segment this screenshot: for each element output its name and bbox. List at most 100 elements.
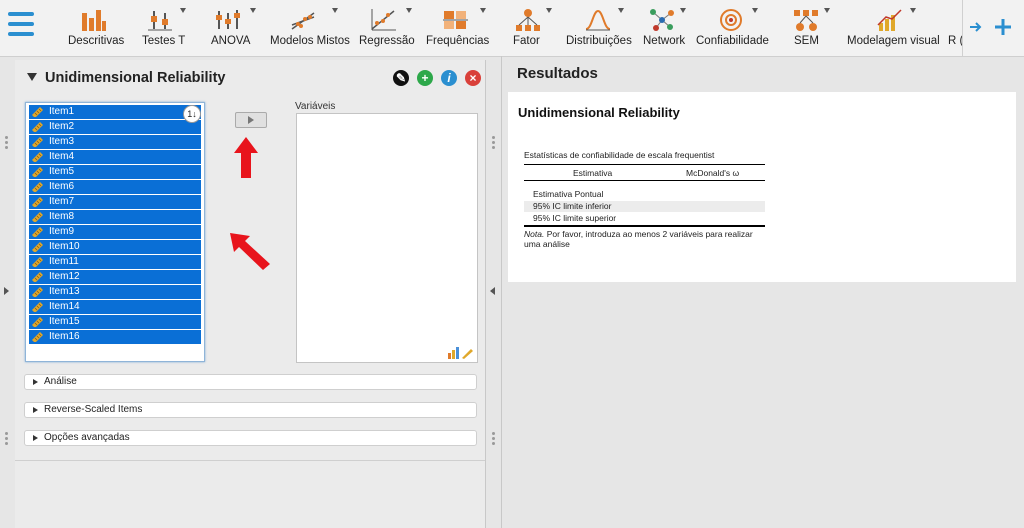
tool-frequencias[interactable]: Frequências xyxy=(424,4,490,54)
tool-label: Regressão xyxy=(359,35,415,47)
variable-item[interactable]: Item1 xyxy=(29,105,201,119)
variable-name: Item6 xyxy=(49,181,75,192)
variable-name: Item1 xyxy=(49,106,75,117)
tool-label: ANOVA xyxy=(211,35,251,47)
tool-r[interactable]: R ( xyxy=(946,4,962,54)
variable-item[interactable]: Item7 xyxy=(29,195,201,209)
add-icon[interactable]: + xyxy=(417,70,433,86)
annotation-arrow-up xyxy=(234,137,258,178)
add-module-icon[interactable] xyxy=(993,17,1013,37)
annotation-arrow-diagonal xyxy=(230,233,270,270)
expand-left-icon[interactable] xyxy=(4,287,9,295)
table-rule xyxy=(524,180,765,181)
column-header: Estimativa xyxy=(573,168,613,178)
variable-name: Item13 xyxy=(49,286,80,297)
tool-modelagem-visual[interactable]: Modelagem visual xyxy=(844,4,940,54)
tool-fator[interactable]: Fator xyxy=(508,4,552,54)
scale-ruler-icon xyxy=(32,197,43,207)
collapse-icon[interactable] xyxy=(27,73,37,81)
drag-handle-icon[interactable] xyxy=(5,432,9,447)
variable-name: Item12 xyxy=(49,271,80,282)
variable-item[interactable]: Item14 xyxy=(29,300,201,314)
scale-ruler-icon xyxy=(32,137,43,147)
drag-handle-icon[interactable] xyxy=(5,136,9,151)
tool-label: Fator xyxy=(513,35,540,47)
table-note: Nota. Por favor, introduza ao menos 2 va… xyxy=(524,229,754,249)
tool-label: Modelagem visual xyxy=(847,35,940,47)
tool-label: Frequências xyxy=(426,35,490,47)
splitter[interactable] xyxy=(501,56,502,528)
variable-item[interactable]: Item2 xyxy=(29,120,201,134)
drag-handle-icon[interactable] xyxy=(492,136,496,151)
results-title: Unidimensional Reliability xyxy=(518,105,680,120)
tool-descritivas[interactable]: Descritivas xyxy=(66,4,124,54)
variable-item[interactable]: Item6 xyxy=(29,180,201,194)
tool-distribuicoes[interactable]: Distribuições xyxy=(564,4,632,54)
tool-label: R ( xyxy=(948,35,962,47)
variable-item[interactable]: Item3 xyxy=(29,135,201,149)
section-label: Análise xyxy=(44,376,77,387)
ribbon-toolbar: Descritivas Testes T ANOVA Modelos Misto… xyxy=(0,0,1024,57)
note-label: Nota. xyxy=(524,229,545,239)
bar-chart-icon xyxy=(82,10,106,31)
variable-item[interactable]: Item8 xyxy=(29,210,201,224)
variable-item[interactable]: Item12 xyxy=(29,270,201,284)
scale-ruler-icon xyxy=(32,107,43,117)
edit-icon[interactable]: ✎ xyxy=(393,70,409,86)
arrow-right-icon[interactable] xyxy=(969,20,983,34)
network-icon xyxy=(650,9,674,31)
assign-button[interactable] xyxy=(235,112,267,128)
tool-confiabilidade[interactable]: Confiabilidade xyxy=(694,4,769,54)
mixed-models-icon xyxy=(291,12,315,30)
tool-label: Modelos Mistos xyxy=(270,35,350,47)
section-analise[interactable]: Análise xyxy=(24,374,477,390)
variable-item[interactable]: Item5 xyxy=(29,165,201,179)
scale-ruler-icon xyxy=(32,242,43,252)
collapse-right-icon[interactable] xyxy=(490,287,495,295)
tool-label: Distribuições xyxy=(566,35,632,47)
table-row-label: 95% IC limite inferior xyxy=(533,201,612,211)
variable-item[interactable]: Item9 xyxy=(29,225,201,239)
section-label: Opções avançadas xyxy=(44,432,130,443)
variable-item[interactable]: Item13 xyxy=(29,285,201,299)
tool-anova[interactable]: ANOVA xyxy=(206,4,256,54)
column-header: McDonald's ω xyxy=(686,168,740,178)
section-reverse-scaled[interactable]: Reverse-Scaled Items xyxy=(24,402,477,418)
results-header: Resultados xyxy=(517,65,598,82)
menu-icon[interactable] xyxy=(8,12,34,40)
info-icon[interactable]: i xyxy=(441,70,457,86)
frequencies-icon xyxy=(443,11,468,29)
reliability-icon xyxy=(720,9,742,31)
scale-ruler-icon xyxy=(32,212,43,222)
tool-network[interactable]: Network xyxy=(640,4,686,54)
analysis-header[interactable]: Unidimensional Reliability ✎ + i × xyxy=(15,60,485,96)
variable-item[interactable]: Item4 xyxy=(29,150,201,164)
variable-item[interactable]: Item11 xyxy=(29,255,201,269)
variables-label: Variáveis xyxy=(295,101,336,112)
scale-ruler-icon xyxy=(32,287,43,297)
tool-modelos-mistos[interactable]: Modelos Mistos xyxy=(268,4,350,54)
variables-target-list[interactable] xyxy=(296,113,478,363)
variable-item[interactable]: Item15 xyxy=(29,315,201,329)
allowed-types-icon xyxy=(448,347,473,359)
tool-testes-t[interactable]: Testes T xyxy=(136,4,190,54)
table-row-label: 95% IC limite superior xyxy=(533,213,617,223)
scale-ruler-icon xyxy=(32,257,43,267)
variable-item[interactable]: Item10 xyxy=(29,240,201,254)
variable-name: Item10 xyxy=(49,241,80,252)
source-variable-list[interactable]: Item1 Item2 Item3 Item4 Item5 Item6 Item7 Item8… xyxy=(25,102,205,362)
sort-icon[interactable]: 1↓ xyxy=(183,105,201,123)
analysis-title: Unidimensional Reliability xyxy=(45,70,226,86)
anova-icon xyxy=(216,10,240,29)
variable-name: Item8 xyxy=(49,211,75,222)
tool-regressao[interactable]: Regressão xyxy=(356,4,415,54)
variable-name: Item7 xyxy=(49,196,75,207)
section-opcoes-avancadas[interactable]: Opções avançadas xyxy=(24,430,477,446)
tool-label: Testes T xyxy=(142,35,186,47)
tool-sem[interactable]: SEM xyxy=(786,4,830,54)
variable-item[interactable]: Item16 xyxy=(29,330,201,344)
table-rule xyxy=(524,164,765,165)
close-icon[interactable]: × xyxy=(465,70,481,86)
drag-handle-icon[interactable] xyxy=(492,432,496,447)
regression-icon xyxy=(371,9,396,31)
